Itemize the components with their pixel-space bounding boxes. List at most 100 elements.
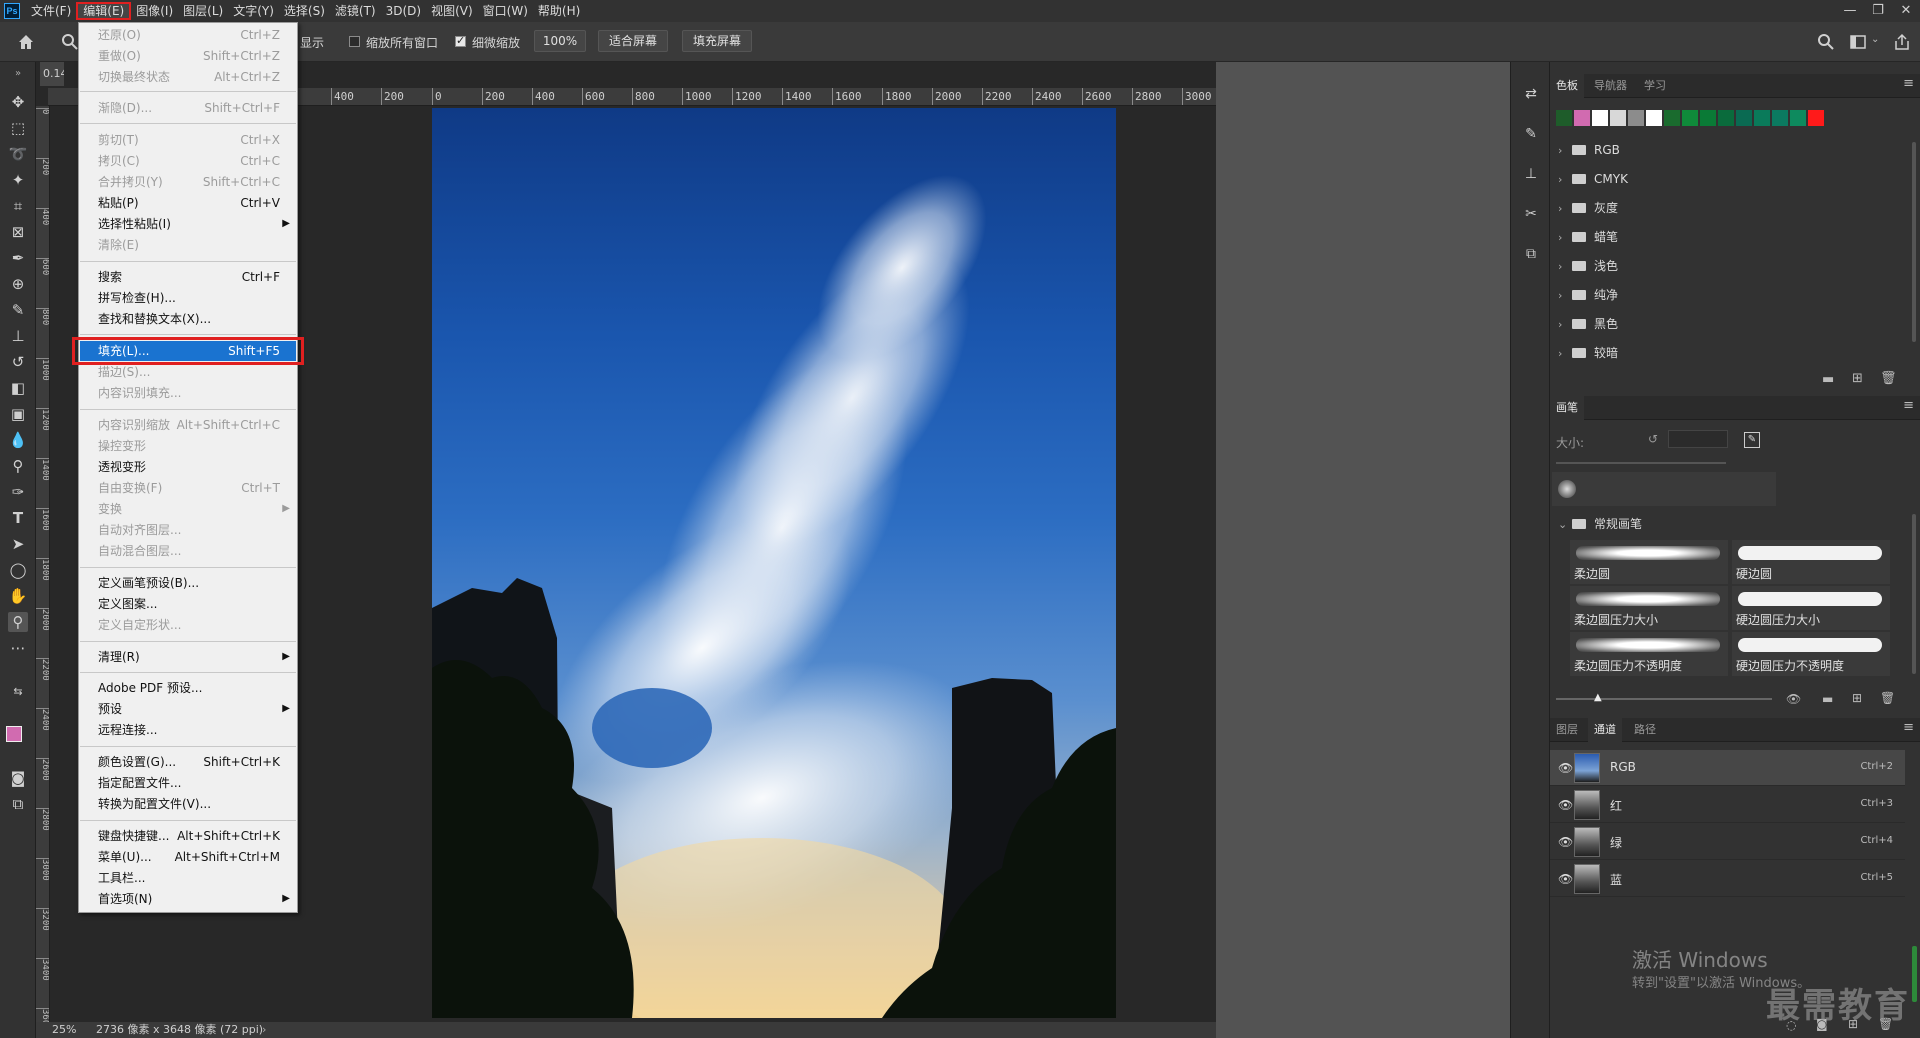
menu-filter[interactable]: 滤镜(T) xyxy=(330,2,381,20)
new-brush-icon[interactable]: ⊞ xyxy=(1852,691,1862,705)
clone-source-icon[interactable]: ⊥ xyxy=(1521,164,1541,184)
menu-item-content-aware-fill[interactable]: 内容识别填充... xyxy=(80,383,296,403)
color-swatch[interactable] xyxy=(1592,110,1608,126)
home-icon[interactable] xyxy=(16,32,36,52)
brush-settings-icon[interactable]: ✎ xyxy=(1521,124,1541,144)
swatch-group-cmyk[interactable]: › CMYK xyxy=(1550,165,1910,194)
delete-swatch-icon[interactable]: 🗑 xyxy=(1880,371,1897,386)
slider-thumb-icon[interactable]: ▲ xyxy=(1594,692,1602,703)
menu-item-toolbar[interactable]: 工具栏... xyxy=(80,868,296,888)
menu-type[interactable]: 文字(Y) xyxy=(228,2,279,20)
brush-soft-round-pressure-opacity[interactable]: 柔边圆压力不透明度 xyxy=(1570,632,1728,676)
tab-brushes[interactable]: 画笔 xyxy=(1550,396,1584,420)
color-swatch[interactable] xyxy=(1754,110,1770,126)
document-tab[interactable]: 0.14.j xyxy=(40,62,64,86)
menu-item-define-brush[interactable]: 定义画笔预设(B)... xyxy=(80,573,296,593)
color-swatch[interactable] xyxy=(1682,110,1698,126)
channels-scrollbar[interactable] xyxy=(1912,946,1917,1002)
menu-item-search[interactable]: 搜索 Ctrl+F xyxy=(80,267,296,287)
swatch-group-pure[interactable]: › 纯净 xyxy=(1550,281,1910,310)
new-group-folder-icon[interactable]: ▬ xyxy=(1822,372,1834,387)
history-panel-icon[interactable]: ⇄ xyxy=(1521,84,1541,104)
swatch-group-rgb[interactable]: › RGB xyxy=(1550,136,1910,165)
menu-select[interactable]: 选择(S) xyxy=(279,2,330,20)
hand-tool-icon[interactable]: ✋ xyxy=(8,586,28,606)
eyedropper-tool-icon[interactable]: ✒ xyxy=(8,248,28,268)
reset-size-icon[interactable]: ↺ xyxy=(1648,432,1658,446)
color-swatch[interactable] xyxy=(1718,110,1734,126)
move-tool-icon[interactable]: ✥ xyxy=(8,92,28,112)
dodge-tool-icon[interactable]: ⚲ xyxy=(8,456,28,476)
menu-item-clear[interactable]: 清除(E) xyxy=(80,235,296,255)
color-swatch[interactable] xyxy=(1808,110,1824,126)
menu-item-stroke[interactable]: 描边(S)... xyxy=(80,362,296,382)
type-tool-icon[interactable]: T xyxy=(8,508,28,528)
menu-item-copy-merged[interactable]: 合并拷贝(Y) Shift+Ctrl+C xyxy=(80,172,296,192)
close-button[interactable]: ✕ xyxy=(1892,0,1920,22)
menu-view[interactable]: 视图(V) xyxy=(426,2,478,20)
brush-soft-round-pressure-size[interactable]: 柔边圆压力大小 xyxy=(1570,586,1728,630)
menu-item-convert-profile[interactable]: 转换为配置文件(V)... xyxy=(80,794,296,814)
color-swatch[interactable] xyxy=(1700,110,1716,126)
visibility-eye-icon[interactable]: 👁 xyxy=(1558,761,1573,775)
menu-item-transform[interactable]: 变换 ▶ xyxy=(80,499,296,519)
zoom-tool-icon[interactable]: ⚲ xyxy=(8,612,28,632)
color-swatch[interactable] xyxy=(1772,110,1788,126)
brush-tool-icon[interactable]: ✎ xyxy=(8,300,28,320)
menu-item-paste-special[interactable]: 选择性粘贴(I) ▶ xyxy=(80,214,296,234)
channel-row-green[interactable]: 👁 绿 Ctrl+4 xyxy=(1550,824,1905,860)
menu-item-undo[interactable]: 还原(O) Ctrl+Z xyxy=(80,25,296,45)
color-swatch[interactable] xyxy=(1574,110,1590,126)
channel-row-rgb[interactable]: 👁 RGB Ctrl+2 xyxy=(1550,750,1905,786)
brush-soft-round[interactable]: 柔边圆 xyxy=(1570,540,1728,584)
menu-item-content-aware-scale[interactable]: 内容识别缩放 Alt+Shift+Ctrl+C xyxy=(80,415,296,435)
menu-help[interactable]: 帮助(H) xyxy=(533,2,585,20)
panel-menu-icon[interactable]: ≡ xyxy=(1903,398,1914,413)
tab-swatches[interactable]: 色板 xyxy=(1550,74,1584,98)
path-selection-tool-icon[interactable]: ➤ xyxy=(8,534,28,554)
swatch-group-light[interactable]: › 浅色 xyxy=(1550,252,1910,281)
menu-item-copy[interactable]: 拷贝(C) Ctrl+C xyxy=(80,151,296,171)
zoom-status[interactable]: 25% xyxy=(52,1022,76,1038)
visibility-eye-icon[interactable]: 👁 xyxy=(1558,835,1573,849)
color-swatch[interactable] xyxy=(1610,110,1626,126)
menu-item-assign-profile[interactable]: 指定配置文件... xyxy=(80,773,296,793)
menu-item-remote-connections[interactable]: 远程连接... xyxy=(80,720,296,740)
menu-item-auto-blend[interactable]: 自动混合图层... xyxy=(80,541,296,561)
menu-item-perspective-warp[interactable]: 透视变形 xyxy=(80,457,296,477)
menu-item-spell-check[interactable]: 拼写检查(H)... xyxy=(80,288,296,308)
swatch-group-darker[interactable]: › 较暗 xyxy=(1550,339,1910,368)
swap-colors-icon[interactable]: ⇆ xyxy=(8,682,28,702)
status-chevron-icon[interactable]: › xyxy=(262,1022,266,1038)
soft-brush-preview-icon[interactable] xyxy=(1558,480,1576,498)
fit-screen-button[interactable]: 适合屏幕 xyxy=(598,30,669,52)
menu-item-redo[interactable]: 重做(O) Shift+Ctrl+Z xyxy=(80,46,296,66)
brush-visibility-icon[interactable]: 👁 xyxy=(1786,692,1801,706)
history-brush-tool-icon[interactable]: ↺ xyxy=(8,352,28,372)
tab-channels[interactable]: 通道 xyxy=(1588,718,1622,742)
eraser-tool-icon[interactable]: ◧ xyxy=(8,378,28,398)
blur-tool-icon[interactable]: 💧 xyxy=(8,430,28,450)
brush-hard-round[interactable]: 硬边圆 xyxy=(1732,540,1890,584)
menu-item-cut[interactable]: 剪切(T) Ctrl+X xyxy=(80,130,296,150)
sky-photo-canvas[interactable] xyxy=(432,108,1116,1018)
workspace-icon[interactable] xyxy=(1848,32,1868,52)
color-swatch[interactable] xyxy=(1736,110,1752,126)
menu-item-menus[interactable]: 菜单(U)... Alt+Shift+Ctrl+M xyxy=(80,847,296,867)
menu-image[interactable]: 图像(I) xyxy=(131,2,178,20)
gradient-tool-icon[interactable]: ▣ xyxy=(8,404,28,424)
tab-navigator[interactable]: 导航器 xyxy=(1588,74,1633,98)
healing-brush-tool-icon[interactable]: ⊕ xyxy=(8,274,28,294)
menu-item-preferences[interactable]: 首选项(N) ▶ xyxy=(80,889,296,909)
menu-item-presets[interactable]: 预设 ▶ xyxy=(80,699,296,719)
lasso-tool-icon[interactable]: ➰ xyxy=(8,144,28,164)
menu-item-toggle-last-state[interactable]: 切换最终状态 Alt+Ctrl+Z xyxy=(80,67,296,87)
quick-mask-icon[interactable]: ◙ xyxy=(8,768,28,788)
swatch-group-dark[interactable]: › 黑色 xyxy=(1550,310,1910,339)
collapse-chevron-icon[interactable]: » xyxy=(8,64,28,84)
zoom-tool-icon[interactable] xyxy=(60,32,80,52)
delete-brush-icon[interactable]: 🗑 xyxy=(1880,691,1895,705)
brush-size-slider[interactable] xyxy=(1556,462,1726,464)
search-icon[interactable] xyxy=(1816,32,1836,52)
brushes-scrollbar[interactable] xyxy=(1912,514,1916,674)
